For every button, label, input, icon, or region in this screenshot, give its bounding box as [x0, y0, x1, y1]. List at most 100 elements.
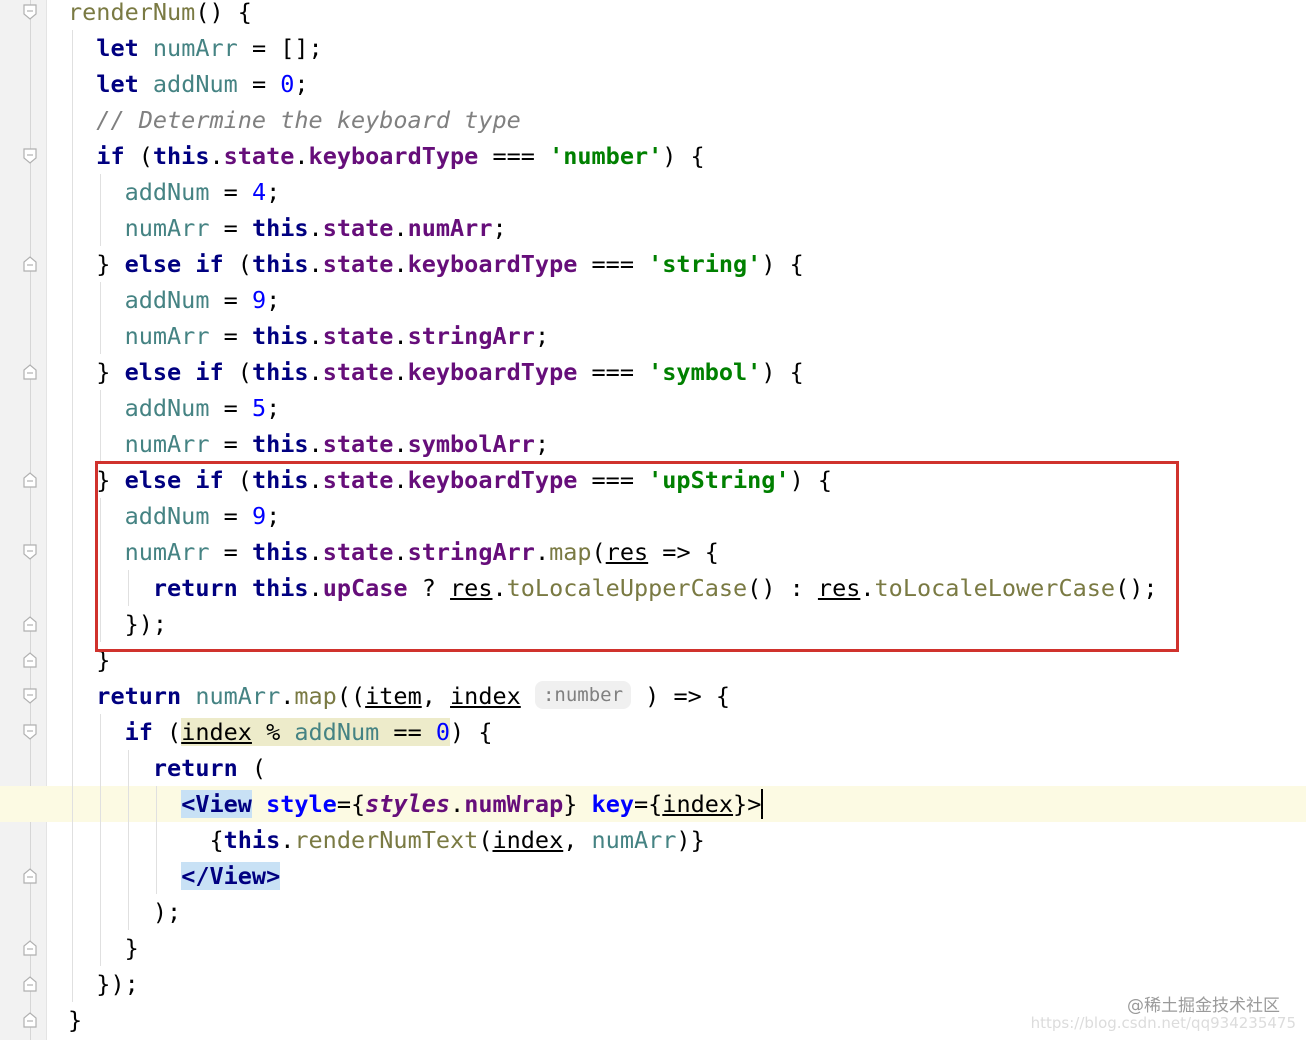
string-literal: 'symbol'	[648, 358, 762, 386]
code-line[interactable]: numArr = this.state.stringArr;	[68, 318, 1306, 354]
code-line[interactable]: if (this.state.keyboardType === 'number'…	[68, 138, 1306, 174]
code-token: ={	[336, 790, 366, 818]
code-line[interactable]: // Determine the keyboard type	[68, 102, 1306, 138]
indent-guide	[72, 570, 73, 606]
code-token: (	[152, 718, 182, 746]
code-line[interactable]: } else if (this.state.keyboardType === '…	[68, 246, 1306, 282]
code-token: );	[152, 898, 182, 926]
code-line[interactable]: {this.renderNumText(index, numArr)}	[68, 822, 1306, 858]
indent-guide	[100, 894, 101, 930]
code-line[interactable]: let addNum = 0;	[68, 66, 1306, 102]
variable: addNum	[124, 394, 210, 422]
fold-close-icon[interactable]	[23, 1012, 37, 1028]
fold-close-icon[interactable]	[23, 868, 37, 884]
fold-open-icon[interactable]	[23, 148, 37, 164]
code-token: =	[209, 322, 252, 350]
indent-guide	[72, 174, 73, 210]
code-line[interactable]: return numArr.map((item, index :number )…	[68, 678, 1306, 714]
code-line[interactable]: addNum = 9;	[68, 282, 1306, 318]
code-token: (	[223, 250, 252, 278]
indent-guide	[72, 282, 73, 318]
indent-guide	[100, 786, 101, 822]
indent-guide	[72, 750, 73, 786]
variable: addNum	[124, 178, 210, 206]
code-line[interactable]: if (index % addNum == 0) {	[68, 714, 1306, 750]
code-token: (	[223, 358, 252, 386]
code-line[interactable]: let numArr = [];	[68, 30, 1306, 66]
code-token: }	[96, 358, 125, 386]
code-line[interactable]: renderNum() {	[68, 0, 1306, 30]
indent-guide	[128, 894, 129, 930]
code-line-current[interactable]: <View style={styles.numWrap} key={index}…	[0, 786, 1306, 822]
code-token: ) {	[761, 250, 804, 278]
property: state	[322, 358, 394, 386]
parameter: index	[492, 826, 564, 854]
fold-close-icon[interactable]	[23, 616, 37, 632]
indent-guide	[72, 138, 73, 174]
indent-guide	[72, 390, 73, 426]
number-literal: 4	[251, 178, 267, 206]
code-line[interactable]: });	[68, 966, 1306, 1002]
indent-guide	[100, 858, 101, 894]
method-name: renderNumText	[294, 826, 479, 854]
keyword: let	[96, 34, 139, 62]
code-line[interactable]: </View>	[68, 858, 1306, 894]
code-token: ;	[534, 430, 550, 458]
code-token: = [];	[237, 34, 323, 62]
property: state	[322, 430, 394, 458]
code-token: )}	[676, 826, 705, 854]
code-editor[interactable]: renderNum() { let numArr = []; let addNu…	[0, 0, 1306, 1040]
indent-guide	[72, 318, 73, 354]
variable: addNum	[152, 70, 238, 98]
code-line[interactable]: );	[68, 894, 1306, 930]
jsx-tag-open: <View	[181, 790, 252, 818]
function-name: renderNum	[68, 0, 196, 26]
code-token: ,	[421, 682, 451, 710]
code-token: =	[209, 286, 252, 314]
fold-open-icon[interactable]	[23, 4, 37, 20]
code-token: %	[251, 718, 295, 746]
fold-open-icon[interactable]	[23, 724, 37, 740]
indent-guide	[72, 894, 73, 930]
property: numArr	[407, 214, 493, 242]
fold-close-icon[interactable]	[23, 364, 37, 380]
indent-guide	[72, 858, 73, 894]
code-token: =	[209, 178, 252, 206]
fold-close-icon[interactable]	[23, 652, 37, 668]
code-token: ={	[634, 790, 663, 818]
code-token: =	[209, 394, 252, 422]
code-token: ((	[336, 682, 366, 710]
jsx-tag-close: </View>	[181, 862, 281, 890]
fold-close-icon[interactable]	[23, 976, 37, 992]
variable: numArr	[152, 34, 238, 62]
fold-open-icon[interactable]	[23, 544, 37, 560]
type-hint: :number	[534, 681, 632, 709]
keyword-this: this	[251, 214, 309, 242]
code-line[interactable]: } else if (this.state.keyboardType === '…	[68, 354, 1306, 390]
keyword: else	[124, 250, 182, 278]
code-line[interactable]: addNum = 4;	[68, 174, 1306, 210]
property: keyboardType	[407, 358, 578, 386]
indent-guide	[100, 930, 101, 966]
indent-guide	[72, 354, 73, 390]
code-line[interactable]: }	[68, 930, 1306, 966]
jsx-attribute: style	[266, 790, 337, 818]
code-line[interactable]: numArr = this.state.symbolArr;	[68, 426, 1306, 462]
fold-close-icon[interactable]	[23, 940, 37, 956]
indent-guide	[100, 714, 101, 750]
code-token: });	[96, 970, 139, 998]
indent-guide	[72, 462, 73, 498]
keyword-this: this	[251, 322, 309, 350]
variable-styles: styles	[365, 790, 451, 818]
code-line[interactable]: addNum = 5;	[68, 390, 1306, 426]
code-token: ) {	[662, 142, 705, 170]
code-line[interactable]: numArr = this.state.numArr;	[68, 210, 1306, 246]
indent-guide	[72, 246, 73, 282]
code-token: }	[96, 250, 125, 278]
fold-open-icon[interactable]	[23, 688, 37, 704]
code-line[interactable]: return (	[68, 750, 1306, 786]
property: state	[223, 142, 295, 170]
fold-close-icon[interactable]	[23, 256, 37, 272]
number-literal: 0	[435, 718, 451, 746]
fold-close-icon[interactable]	[23, 472, 37, 488]
